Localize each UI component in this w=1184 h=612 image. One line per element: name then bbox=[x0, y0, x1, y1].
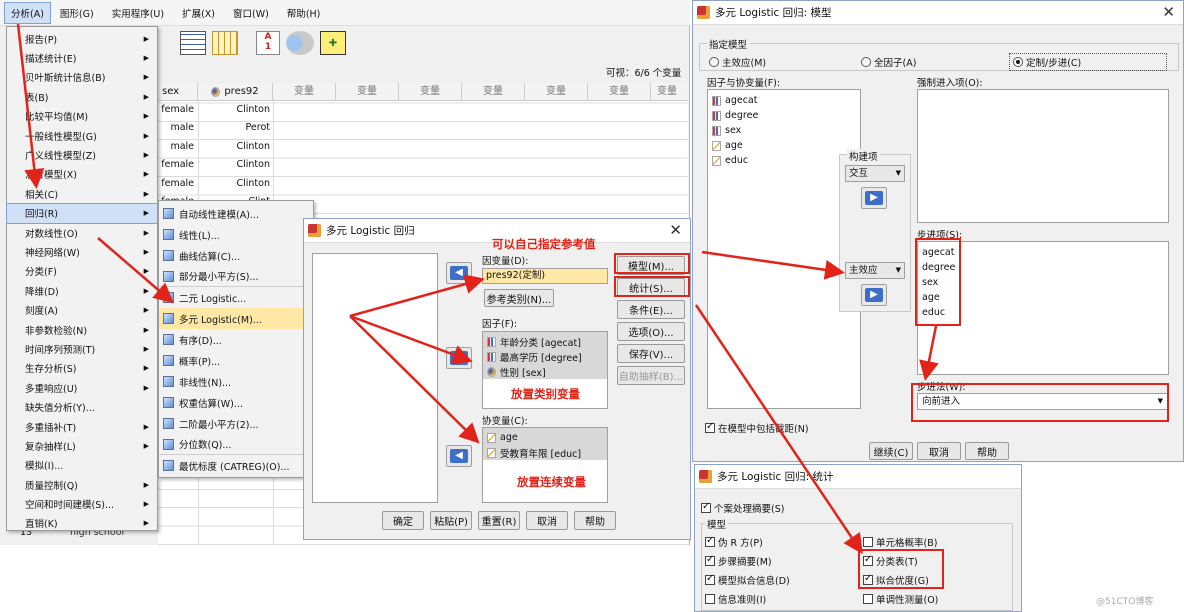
arrow bbox=[349, 315, 480, 444]
arrow bbox=[701, 250, 845, 280]
annotation-arrows bbox=[16, 23, 939, 555]
arrow bbox=[16, 23, 45, 189]
arrow bbox=[349, 314, 473, 365]
arrow bbox=[694, 304, 863, 555]
arrow bbox=[97, 237, 174, 304]
arrow bbox=[919, 325, 939, 381]
arrow bbox=[349, 274, 485, 318]
